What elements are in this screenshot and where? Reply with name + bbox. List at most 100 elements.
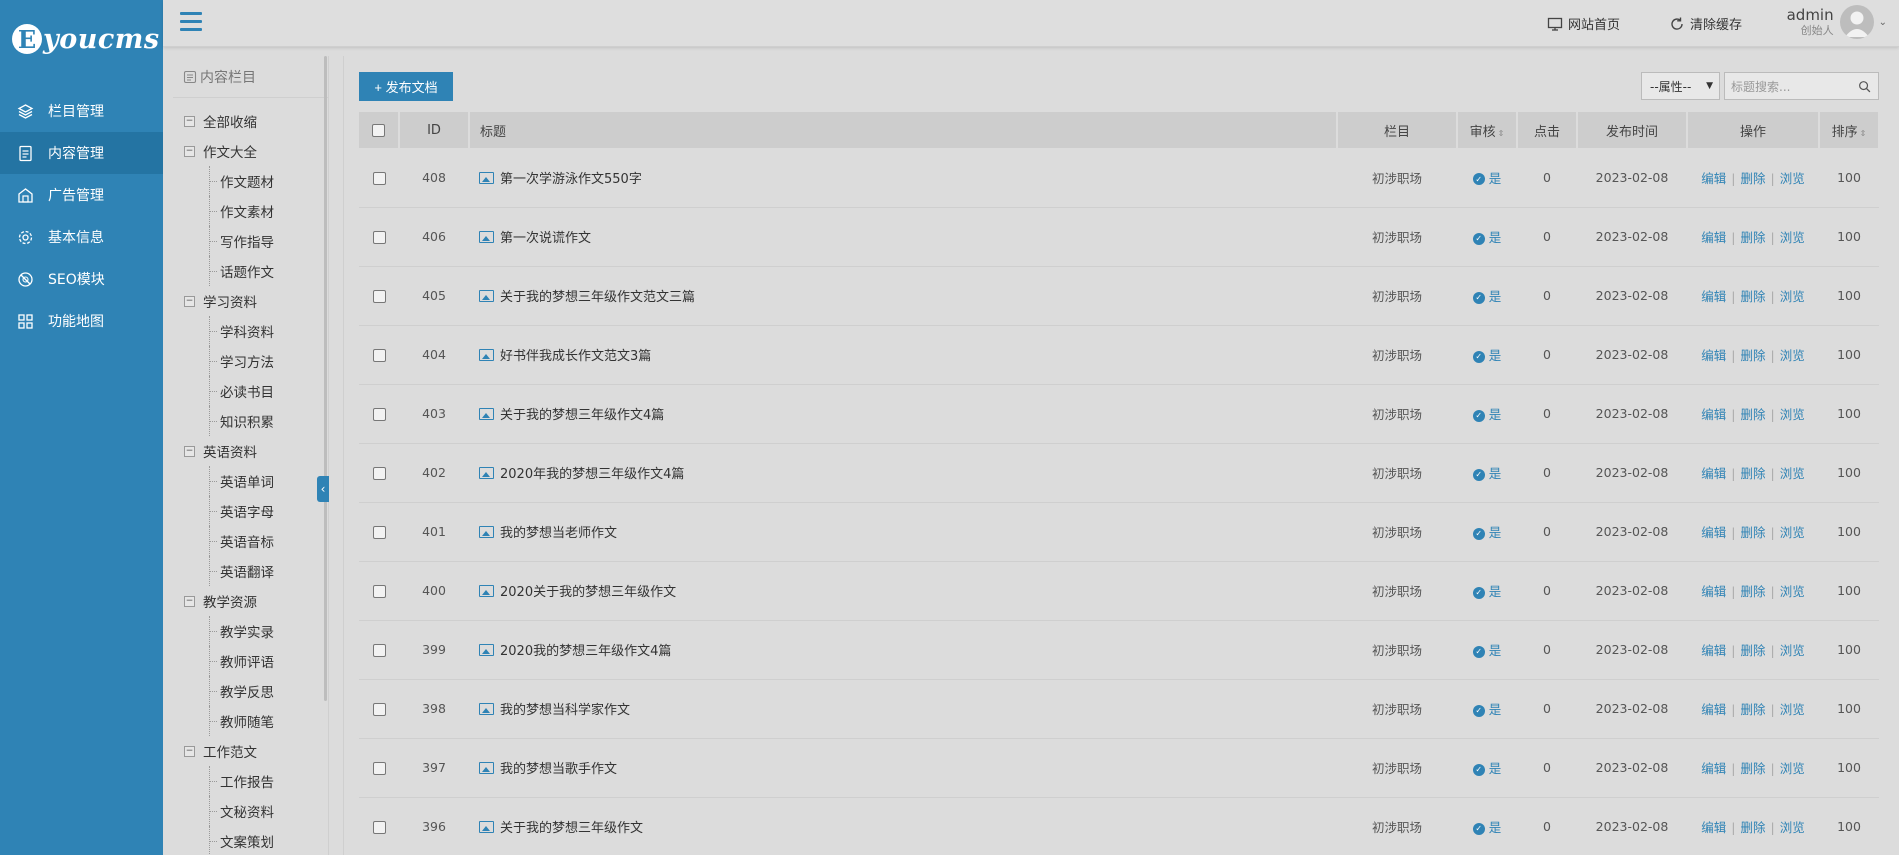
view-link[interactable]: 浏览 [1780, 230, 1805, 245]
row-title[interactable]: 我的梦想当科学家作文 [500, 703, 630, 718]
row-checkbox[interactable] [372, 349, 386, 362]
header-sort[interactable]: 排序 ⇕ [1819, 112, 1880, 148]
tree-node[interactable]: 学习方法 [173, 346, 328, 376]
select-all-checkbox[interactable] [372, 123, 385, 137]
row-review-cell[interactable]: ✓ 是 [1457, 797, 1517, 855]
row-title[interactable]: 第一次学游泳作文550字 [500, 172, 642, 187]
row-title-cell[interactable]: 我的梦想当老师作文 [469, 502, 1337, 562]
view-link[interactable]: 浏览 [1780, 584, 1805, 599]
row-title-cell[interactable]: 关于我的梦想三年级作文范文三篇 [469, 266, 1337, 326]
collapse-toggle-icon[interactable]: − [184, 115, 195, 127]
tree-node[interactable]: 英语音标 [173, 526, 328, 556]
row-title[interactable]: 关于我的梦想三年级作文范文三篇 [500, 290, 695, 305]
edit-link[interactable]: 编辑 [1701, 584, 1726, 599]
tree-node[interactable]: − 教学资源 [173, 586, 328, 616]
view-link[interactable]: 浏览 [1780, 761, 1805, 776]
row-review-cell[interactable]: ✓ 是 [1457, 679, 1517, 739]
row-title-cell[interactable]: 2020年我的梦想三年级作文4篇 [469, 443, 1337, 503]
header-review[interactable]: 审核 ⇕ [1457, 112, 1518, 148]
delete-link[interactable]: 删除 [1740, 584, 1765, 599]
delete-link[interactable]: 删除 [1740, 820, 1765, 835]
view-link[interactable]: 浏览 [1780, 348, 1805, 363]
sidebar-item-5[interactable]: 功能地图 [0, 300, 163, 342]
row-review-cell[interactable]: ✓ 是 [1457, 207, 1517, 267]
row-checkbox[interactable] [372, 467, 386, 480]
sidebar-item-4[interactable]: SEO模块 [0, 258, 163, 300]
edit-link[interactable]: 编辑 [1701, 820, 1726, 835]
row-title-cell[interactable]: 关于我的梦想三年级作文 [469, 797, 1337, 855]
row-checkbox[interactable] [372, 408, 386, 421]
row-sort[interactable]: 100 [1819, 738, 1879, 798]
tree-scrollbar[interactable] [324, 56, 327, 701]
view-link[interactable]: 浏览 [1780, 643, 1805, 658]
edit-link[interactable]: 编辑 [1701, 466, 1726, 481]
row-checkbox[interactable] [372, 762, 386, 775]
row-sort[interactable]: 100 [1819, 620, 1879, 680]
row-review-cell[interactable]: ✓ 是 [1457, 502, 1517, 562]
collapse-toggle-icon[interactable]: − [184, 145, 195, 157]
avatar[interactable] [1839, 5, 1874, 39]
row-title-cell[interactable]: 我的梦想当歌手作文 [469, 738, 1337, 798]
tree-node[interactable]: 话题作文 [173, 256, 328, 286]
tree-node[interactable]: − 工作范文 [173, 736, 328, 766]
title-search-input[interactable]: 标题搜索... [1724, 72, 1879, 100]
publish-document-button[interactable]: + 发布文档 [359, 72, 453, 101]
row-title-cell[interactable]: 我的梦想当科学家作文 [469, 679, 1337, 739]
tree-node[interactable]: 英语翻译 [173, 556, 328, 586]
row-title-cell[interactable]: 好书伴我成长作文范文3篇 [469, 325, 1337, 385]
row-title-cell[interactable]: 第一次学游泳作文550字 [469, 148, 1337, 208]
tree-node[interactable]: 教学实录 [173, 616, 328, 646]
row-title[interactable]: 关于我的梦想三年级作文4篇 [500, 408, 664, 423]
chevron-down-icon[interactable]: ⌄ [1879, 17, 1887, 28]
tree-node[interactable]: 作文题材 [173, 166, 328, 196]
row-checkbox[interactable] [372, 231, 386, 244]
tree-node[interactable]: 工作报告 [173, 766, 328, 796]
delete-link[interactable]: 删除 [1740, 348, 1765, 363]
row-title-cell[interactable]: 关于我的梦想三年级作文4篇 [469, 384, 1337, 444]
row-checkbox[interactable] [372, 290, 386, 303]
tree-node[interactable]: 文秘资料 [173, 796, 328, 826]
tree-node[interactable]: 写作指导 [173, 226, 328, 256]
row-sort[interactable]: 100 [1819, 148, 1879, 208]
row-title[interactable]: 2020关于我的梦想三年级作文 [500, 585, 676, 600]
row-title[interactable]: 关于我的梦想三年级作文 [500, 821, 643, 836]
view-link[interactable]: 浏览 [1780, 466, 1805, 481]
row-review-cell[interactable]: ✓ 是 [1457, 148, 1517, 208]
tree-node[interactable]: 教师随笔 [173, 706, 328, 736]
row-sort[interactable]: 100 [1819, 266, 1879, 326]
row-review-cell[interactable]: ✓ 是 [1457, 325, 1517, 385]
row-checkbox[interactable] [372, 171, 386, 185]
collapse-toggle-icon[interactable]: − [184, 445, 195, 457]
sidebar-item-3[interactable]: 基本信息 [0, 216, 163, 258]
row-sort[interactable]: 100 [1819, 502, 1879, 562]
delete-link[interactable]: 删除 [1740, 525, 1765, 540]
tree-node[interactable]: 英语字母 [173, 496, 328, 526]
delete-link[interactable]: 删除 [1740, 230, 1765, 245]
row-title-cell[interactable]: 第一次说谎作文 [469, 207, 1337, 267]
row-title[interactable]: 2020我的梦想三年级作文4篇 [500, 644, 671, 659]
edit-link[interactable]: 编辑 [1701, 702, 1726, 717]
edit-link[interactable]: 编辑 [1701, 230, 1726, 245]
row-checkbox[interactable] [372, 585, 386, 598]
sidebar-item-2[interactable]: 广告管理 [0, 174, 163, 216]
collapse-toggle-icon[interactable]: − [184, 295, 195, 307]
menu-toggle-icon[interactable] [180, 12, 202, 32]
tree-node[interactable]: − 全部收缩 [173, 106, 328, 136]
delete-link[interactable]: 删除 [1740, 289, 1765, 304]
row-sort[interactable]: 100 [1819, 325, 1879, 385]
row-title[interactable]: 我的梦想当老师作文 [500, 526, 617, 541]
edit-link[interactable]: 编辑 [1701, 525, 1726, 540]
edit-link[interactable]: 编辑 [1701, 761, 1726, 776]
tree-node[interactable]: 知识积累 [173, 406, 328, 436]
row-review-cell[interactable]: ✓ 是 [1457, 620, 1517, 680]
row-checkbox[interactable] [372, 821, 386, 834]
row-sort[interactable]: 100 [1819, 443, 1879, 503]
view-link[interactable]: 浏览 [1780, 525, 1805, 540]
edit-link[interactable]: 编辑 [1701, 171, 1726, 186]
row-sort[interactable]: 100 [1819, 384, 1879, 444]
row-review-cell[interactable]: ✓ 是 [1457, 443, 1517, 503]
tree-node[interactable]: 教师评语 [173, 646, 328, 676]
delete-link[interactable]: 删除 [1740, 761, 1765, 776]
delete-link[interactable]: 删除 [1740, 407, 1765, 422]
user-menu[interactable]: admin 创始人 ⌄ [1787, 5, 1887, 39]
